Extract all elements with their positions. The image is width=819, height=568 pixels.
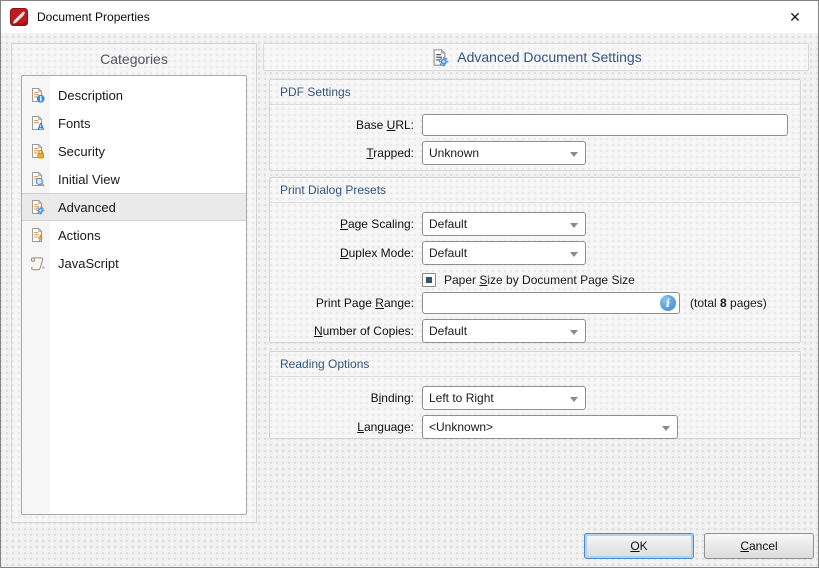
ok-button[interactable]: OK bbox=[584, 533, 694, 559]
page-scaling-dropdown[interactable]: Default bbox=[422, 212, 586, 236]
language-label: Language: bbox=[270, 420, 414, 434]
binding-dropdown[interactable]: Left to Right bbox=[422, 386, 586, 410]
pdf-settings-title: PDF Settings bbox=[270, 80, 800, 105]
trapped-label: Trapped: bbox=[270, 146, 414, 160]
doc-gear-icon bbox=[28, 198, 46, 216]
print-page-range-input[interactable] bbox=[422, 292, 680, 314]
language-value: <Unknown> bbox=[429, 420, 493, 434]
ok-button-label: OK bbox=[630, 539, 647, 553]
paper-size-label: Paper Size by Document Page Size bbox=[444, 273, 635, 287]
panel-title: Advanced Document Settings bbox=[457, 49, 641, 65]
number-of-copies-value: Default bbox=[429, 324, 467, 338]
category-item[interactable]: Actions bbox=[22, 221, 246, 249]
trapped-value: Unknown bbox=[429, 146, 479, 160]
category-item-label: Security bbox=[58, 144, 105, 159]
total-pages-note: (total 8 pages) bbox=[690, 296, 767, 310]
duplex-mode-dropdown[interactable]: Default bbox=[422, 241, 586, 265]
binding-label: Binding: bbox=[270, 391, 414, 405]
doc-info-icon bbox=[28, 86, 46, 104]
category-item-label: JavaScript bbox=[58, 256, 119, 271]
category-item[interactable]: JavaScript bbox=[22, 249, 246, 277]
category-item-label: Advanced bbox=[58, 200, 116, 215]
category-item[interactable]: Initial View bbox=[22, 165, 246, 193]
chevron-down-icon bbox=[570, 223, 578, 228]
number-of-copies-label: Number of Copies: bbox=[270, 324, 414, 338]
doc-magnifier-icon bbox=[28, 170, 46, 188]
scroll-icon bbox=[28, 254, 46, 272]
number-of-copies-dropdown[interactable]: Default bbox=[422, 319, 586, 343]
duplex-mode-label: Duplex Mode: bbox=[270, 246, 414, 260]
doc-lock-icon bbox=[28, 142, 46, 160]
app-logo-icon bbox=[10, 8, 28, 26]
category-item-label: Description bbox=[58, 88, 123, 103]
cancel-button[interactable]: Cancel bbox=[704, 533, 814, 559]
category-item[interactable]: Security bbox=[22, 137, 246, 165]
chevron-down-icon bbox=[570, 397, 578, 402]
category-item-label: Actions bbox=[58, 228, 101, 243]
chevron-down-icon bbox=[662, 426, 670, 431]
category-item-label: Fonts bbox=[58, 116, 91, 131]
print-presets-title: Print Dialog Presets bbox=[270, 178, 800, 203]
doc-font-icon: A bbox=[28, 114, 46, 132]
category-item-label: Initial View bbox=[58, 172, 120, 187]
close-icon[interactable]: ✕ bbox=[778, 4, 812, 30]
trapped-dropdown[interactable]: Unknown bbox=[422, 141, 586, 165]
categories-header: Categories bbox=[12, 44, 256, 74]
base-url-label: Base URL: bbox=[270, 118, 414, 132]
categories-list: Description A Fonts bbox=[21, 75, 247, 515]
categories-group: Categories Description bbox=[11, 43, 257, 523]
page-scaling-value: Default bbox=[429, 217, 467, 231]
doc-lightning-icon bbox=[28, 226, 46, 244]
chevron-down-icon bbox=[570, 330, 578, 335]
window-title: Document Properties bbox=[37, 10, 150, 24]
binding-value: Left to Right bbox=[429, 391, 494, 405]
chevron-down-icon bbox=[570, 152, 578, 157]
cancel-button-label: Cancel bbox=[740, 539, 777, 553]
paper-size-checkbox[interactable] bbox=[422, 273, 436, 287]
info-icon[interactable]: i bbox=[660, 295, 676, 311]
document-properties-dialog: Document Properties ✕ Categories Descrip… bbox=[0, 0, 819, 568]
base-url-input[interactable] bbox=[422, 114, 788, 136]
language-dropdown[interactable]: <Unknown> bbox=[422, 415, 678, 439]
page-scaling-label: Page Scaling: bbox=[270, 217, 414, 231]
advanced-settings-icon bbox=[430, 48, 449, 67]
print-page-range-label: Print Page Range: bbox=[270, 296, 414, 310]
reading-options-section: Reading Options Binding: Left to Right L… bbox=[269, 351, 801, 439]
category-item[interactable]: A Fonts bbox=[22, 109, 246, 137]
title-bar: Document Properties ✕ bbox=[1, 1, 818, 33]
svg-text:A: A bbox=[37, 122, 44, 131]
panel-header: Advanced Document Settings bbox=[263, 43, 809, 71]
reading-options-title: Reading Options bbox=[270, 352, 800, 377]
category-item[interactable]: Description bbox=[22, 81, 246, 109]
category-item[interactable]: Advanced bbox=[22, 193, 246, 221]
print-presets-section: Print Dialog Presets Page Scaling: Defau… bbox=[269, 177, 801, 343]
duplex-mode-value: Default bbox=[429, 246, 467, 260]
pdf-settings-section: PDF Settings Base URL: Trapped: Unknown bbox=[269, 79, 801, 171]
chevron-down-icon bbox=[570, 252, 578, 257]
